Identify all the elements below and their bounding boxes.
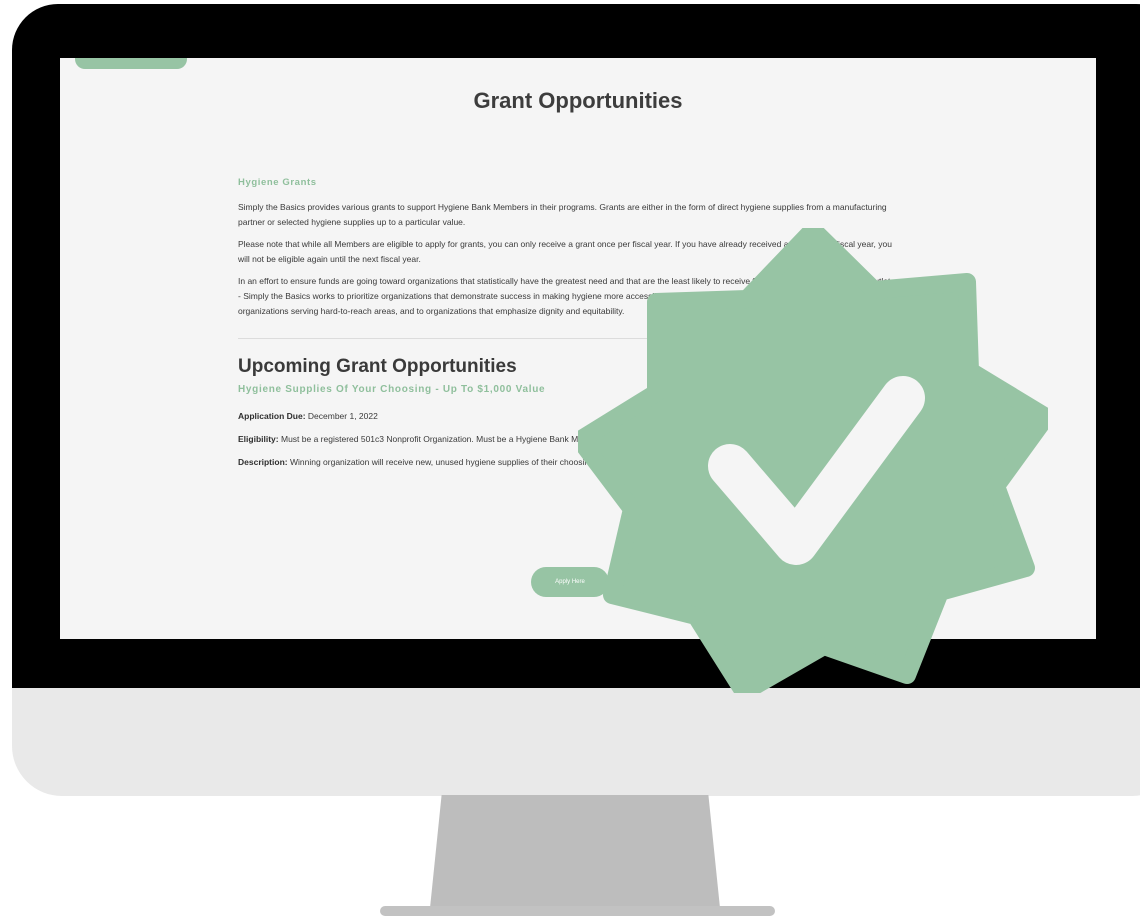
verified-check-badge-icon — [578, 228, 1048, 693]
application-due-value: December 1, 2022 — [307, 411, 378, 421]
monitor-chin — [12, 688, 1140, 796]
application-due-label: Application Due: — [238, 411, 306, 421]
header-tab-button[interactable] — [75, 58, 187, 69]
page-title: Grant Opportunities — [473, 88, 683, 113]
monitor-stand-neck — [430, 795, 720, 908]
description-label: Description: — [238, 457, 288, 467]
hygiene-paragraph-1: Simply the Basics provides various grant… — [238, 202, 887, 227]
badge-starburst — [578, 228, 1048, 693]
monitor-stand-base — [380, 906, 775, 916]
eligibility-label: Eligibility: — [238, 434, 279, 444]
hygiene-grants-heading: Hygiene Grants — [238, 177, 317, 188]
